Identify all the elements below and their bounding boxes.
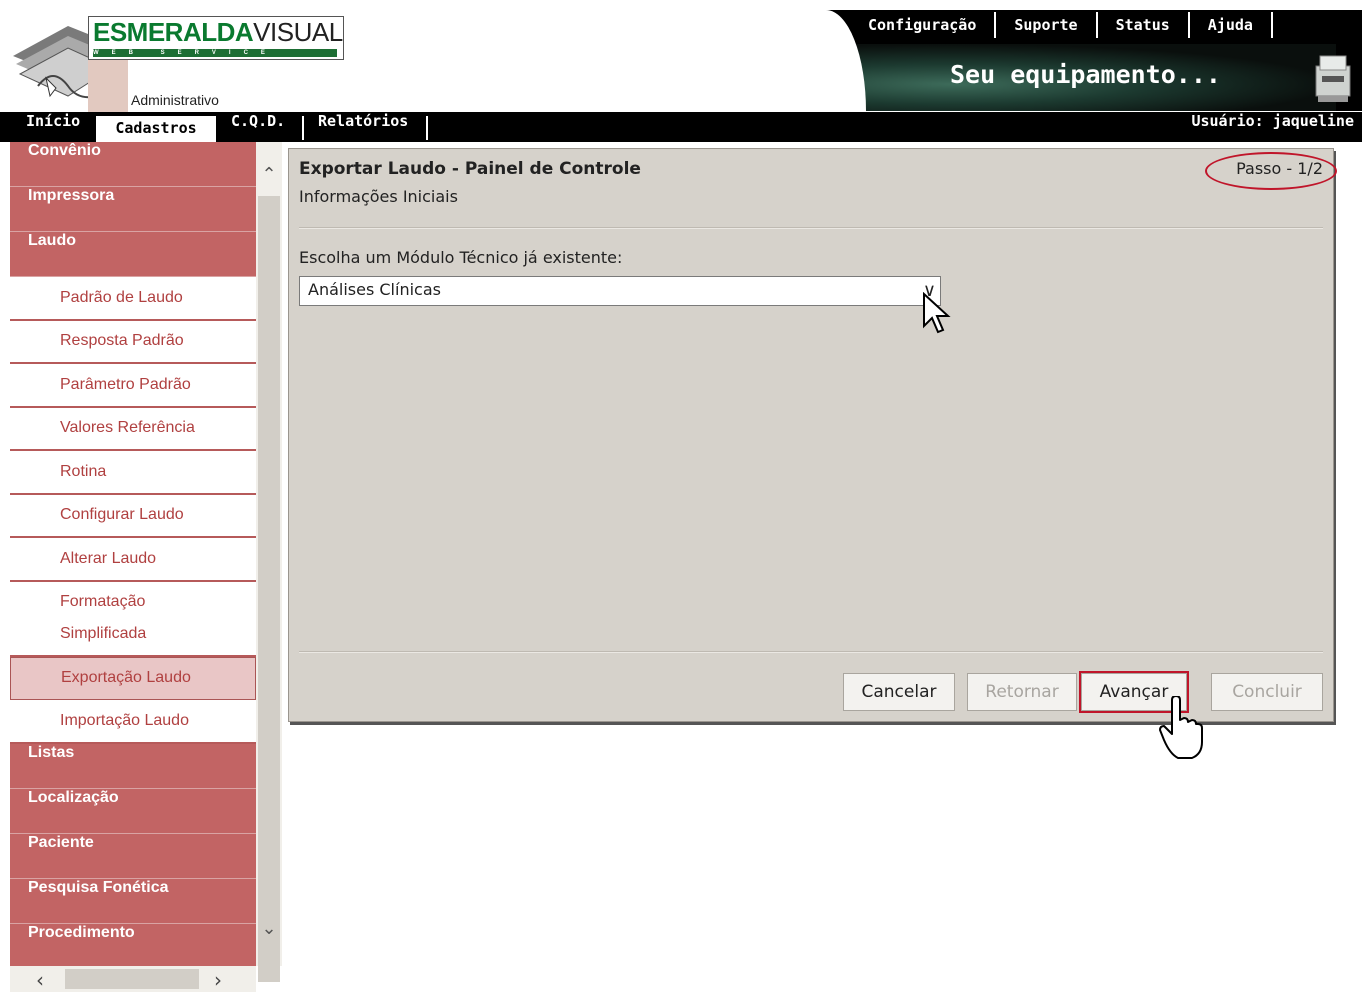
module-select[interactable]: Análises Clínicas ∨ <box>299 276 941 306</box>
module-field-label: Escolha um Módulo Técnico já existente: <box>299 248 623 267</box>
user-label: Usuário: jaqueline <box>1191 112 1354 130</box>
panel-title: Exportar Laudo - Painel de Controle <box>299 159 641 179</box>
sidebar-item-laudo[interactable]: Laudo <box>10 232 256 277</box>
nav-cqd[interactable]: C.Q.D. <box>231 112 285 142</box>
sidebar-item-impressora[interactable]: Impressora <box>10 187 256 232</box>
sidebar-subitem-exportacao-laudo[interactable]: Exportação Laudo <box>10 656 256 700</box>
panel-subtitle: Informações Iniciais <box>299 187 458 206</box>
top-menu-configuracao[interactable]: Configuração <box>850 12 997 38</box>
step-highlight-ring <box>1205 152 1337 190</box>
main-nav: Início Cadastros C.Q.D. Relatórios Usuár… <box>0 112 1362 142</box>
chevron-up-icon[interactable]: ⌃ <box>260 166 278 184</box>
top-menu-suporte[interactable]: Suporte <box>996 12 1098 38</box>
nav-relatorios[interactable]: Relatórios <box>318 112 408 142</box>
sidebar-subitem-resposta-padrao[interactable]: Resposta Padrão <box>10 320 256 364</box>
chevron-down-icon[interactable]: ⌄ <box>260 920 278 938</box>
nav-inicio[interactable]: Início <box>26 112 80 142</box>
divider <box>299 651 1323 653</box>
sidebar-item-listas[interactable]: Listas <box>10 743 256 789</box>
banner-title: Seu equipamento... <box>950 60 1221 89</box>
sidebar-item-pesquisa-fonetica[interactable]: Pesquisa Fonética <box>10 878 256 924</box>
sidebar-item-convenio[interactable]: Convênio <box>10 142 256 187</box>
nav-separator <box>302 116 304 140</box>
logo-second-text: VISUAL <box>253 17 343 47</box>
sidebar-subitem-parametro-padrao[interactable]: Parâmetro Padrão <box>10 364 256 408</box>
module-select-value: Análises Clínicas <box>308 280 441 299</box>
header: ESMERALDAVISUAL WEB SERVICE Administrati… <box>0 0 1362 112</box>
sidebar-subitem-formatacao-simplificada[interactable]: Formatação Simplificada <box>10 581 256 657</box>
nav-separator <box>426 116 428 140</box>
mouse-pointer-icon <box>923 292 951 334</box>
logo-tagline: WEB SERVICE <box>93 49 337 57</box>
sidebar-item-procedimento[interactable]: Procedimento <box>10 923 256 966</box>
cancel-button[interactable]: Cancelar <box>843 673 955 711</box>
sidebar-subitem-importacao-laudo[interactable]: Importação Laudo <box>10 700 256 744</box>
sidebar-horizontal-scrollbar[interactable]: ‹ › <box>10 966 256 992</box>
finish-button[interactable]: Concluir <box>1211 673 1323 711</box>
sidebar-item-localizacao[interactable]: Localização <box>10 788 256 834</box>
sidebar-subitem-rotina[interactable]: Rotina <box>10 451 256 495</box>
hand-pointer-icon <box>1159 696 1203 759</box>
export-panel: Exportar Laudo - Painel de Controle Info… <box>288 148 1337 722</box>
sidebar-subitem-configurar-laudo[interactable]: Configurar Laudo <box>10 494 256 538</box>
top-menu: Configuração Suporte Status Ajuda <box>850 12 1273 38</box>
top-menu-ajuda[interactable]: Ajuda <box>1190 12 1273 38</box>
chevron-left-icon[interactable]: ‹ <box>36 968 44 992</box>
logo[interactable]: ESMERALDAVISUAL WEB SERVICE <box>88 16 344 60</box>
top-menu-status[interactable]: Status <box>1098 12 1190 38</box>
scrollbar-thumb[interactable] <box>258 196 280 982</box>
printer-icon <box>1315 55 1351 102</box>
back-button[interactable]: Retornar <box>967 673 1077 711</box>
sidebar-subitem-valores-referencia[interactable]: Valores Referência <box>10 407 256 451</box>
sidebar-item-paciente[interactable]: Paciente <box>10 833 256 879</box>
sidebar-vertical-scrollbar[interactable]: ⌃ ⌄ <box>256 142 282 982</box>
chevron-right-icon[interactable]: › <box>214 968 222 992</box>
sidebar-subitem-padrao-de-laudo[interactable]: Padrão de Laudo <box>10 277 256 321</box>
scrollbar-thumb[interactable] <box>65 969 199 989</box>
sidebar: Convênio Impressora Laudo Padrão de Laud… <box>10 142 256 966</box>
module-label: Administrativo <box>131 92 219 108</box>
divider <box>299 227 1323 229</box>
logo-main-text: ESMERALDA <box>93 17 254 47</box>
sidebar-subitem-alterar-laudo[interactable]: Alterar Laudo <box>10 538 256 582</box>
nav-cadastros[interactable]: Cadastros <box>96 116 216 142</box>
